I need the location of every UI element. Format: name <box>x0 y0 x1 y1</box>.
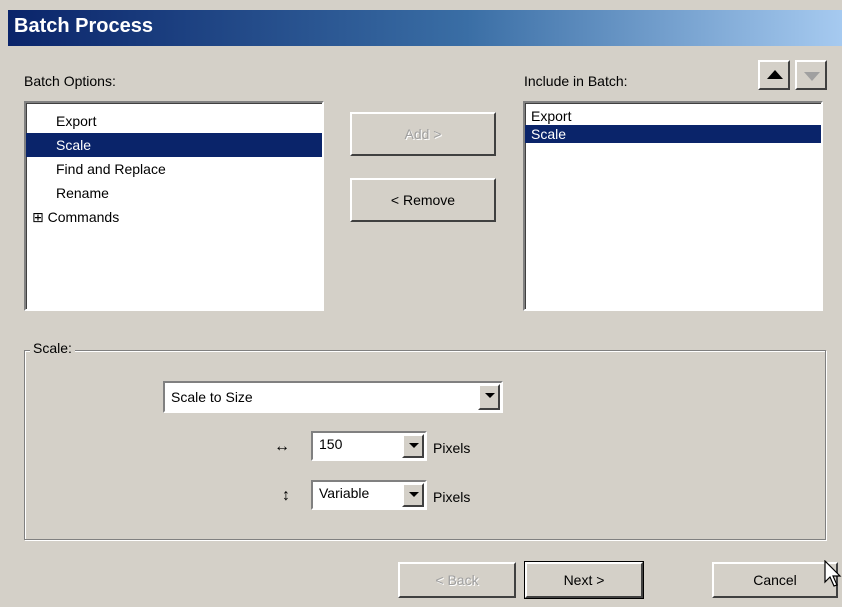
include-in-batch-list[interactable]: Export Scale <box>523 101 823 311</box>
title-bar: Batch Process <box>8 10 842 46</box>
expand-plus-icon[interactable]: ⊞ <box>32 209 44 225</box>
arrow-down-icon <box>804 72 820 81</box>
chevron-down-icon <box>409 492 419 497</box>
chevron-down-icon <box>409 443 419 448</box>
width-dropdown-button[interactable] <box>402 434 424 458</box>
scale-mode-select[interactable]: Scale to Size <box>163 381 503 413</box>
batch-option-export[interactable]: Export <box>26 109 322 133</box>
remove-button[interactable]: < Remove <box>350 178 496 222</box>
scale-mode-dropdown-button[interactable] <box>478 384 500 410</box>
width-value: 150 <box>319 436 343 452</box>
mouse-pointer-icon <box>824 560 842 587</box>
height-dropdown-button[interactable] <box>402 483 424 507</box>
width-unit-label: Pixels <box>433 440 471 456</box>
batch-options-label: Batch Options: <box>24 73 116 89</box>
batch-item-scale[interactable]: Scale <box>525 125 821 143</box>
height-unit-label: Pixels <box>433 489 471 505</box>
back-button[interactable]: < Back <box>398 562 516 598</box>
batch-option-commands[interactable]: ⊞ Commands <box>26 205 322 229</box>
cancel-button[interactable]: Cancel <box>712 562 838 598</box>
batch-option-commands-label: Commands <box>47 209 120 225</box>
window-title: Batch Process <box>14 15 153 37</box>
move-up-button[interactable] <box>758 60 790 90</box>
height-arrow-icon: ↕ <box>282 487 290 504</box>
batch-option-find-replace[interactable]: Find and Replace <box>26 157 322 181</box>
chevron-down-icon <box>485 393 495 398</box>
batch-option-rename[interactable]: Rename <box>26 181 322 205</box>
width-value-select[interactable]: 150 <box>311 431 427 461</box>
include-in-batch-label: Include in Batch: <box>524 73 628 89</box>
next-button[interactable]: Next > <box>524 561 644 599</box>
batch-options-list[interactable]: Export Scale Find and Replace Rename ⊞ C… <box>24 101 324 311</box>
move-down-button[interactable] <box>795 60 827 90</box>
width-arrow-icon: ↔ <box>274 438 290 455</box>
add-button[interactable]: Add > <box>350 112 496 156</box>
arrow-up-icon <box>767 70 783 79</box>
scale-group-label: Scale: <box>30 340 75 356</box>
batch-item-export[interactable]: Export <box>525 107 821 125</box>
scale-mode-value: Scale to Size <box>171 389 253 405</box>
height-value: Variable <box>319 485 370 501</box>
batch-option-scale[interactable]: Scale <box>26 133 322 157</box>
height-value-select[interactable]: Variable <box>311 480 427 510</box>
